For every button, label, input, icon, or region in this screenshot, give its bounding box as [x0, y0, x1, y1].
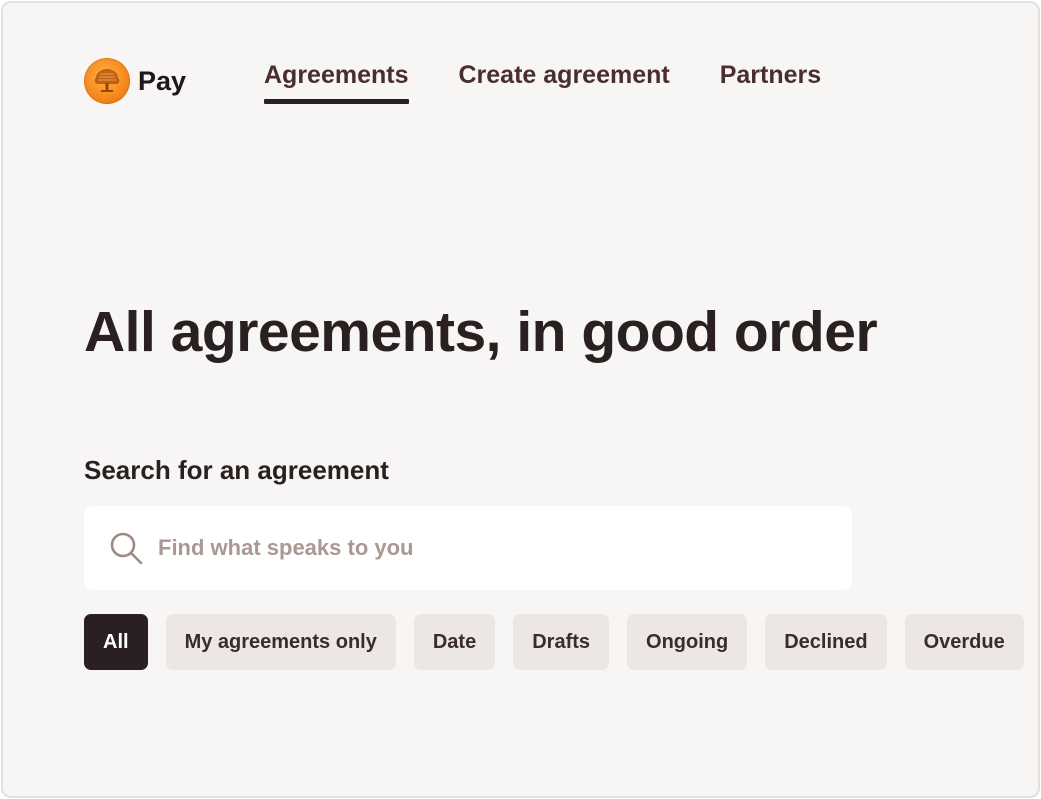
filter-chip-all[interactable]: All: [84, 614, 148, 670]
nav-agreements[interactable]: Agreements: [264, 61, 409, 104]
filter-chip-overdue[interactable]: Overdue: [904, 614, 1024, 670]
search-input[interactable]: [156, 534, 820, 562]
nav-partners[interactable]: Partners: [720, 61, 821, 102]
filter-chips: All My agreements only Date Drafts Ongoi…: [84, 614, 1038, 670]
brand-name: Pay: [138, 65, 187, 96]
main-nav: Agreements Create agreement Partners: [264, 61, 871, 104]
filter-chip-drafts[interactable]: Drafts: [513, 614, 610, 670]
filter-chip-ongoing[interactable]: Ongoing: [627, 614, 748, 670]
oak-tree-logo-icon: [84, 58, 130, 104]
search-box[interactable]: [84, 506, 852, 590]
filter-chip-date[interactable]: Date: [413, 614, 496, 670]
filter-chip-declined[interactable]: Declined: [765, 614, 887, 670]
brand-logo[interactable]: Pay: [84, 58, 186, 104]
filter-chip-my-agreements[interactable]: My agreements only: [165, 614, 396, 670]
search-label: Search for an agreement: [84, 455, 389, 485]
app-frame: Pay Agreements Create agreement Partners…: [1, 1, 1040, 798]
page-title: All agreements, in good order: [84, 300, 878, 364]
nav-create-agreement[interactable]: Create agreement: [459, 61, 670, 102]
search-icon: [110, 532, 143, 565]
